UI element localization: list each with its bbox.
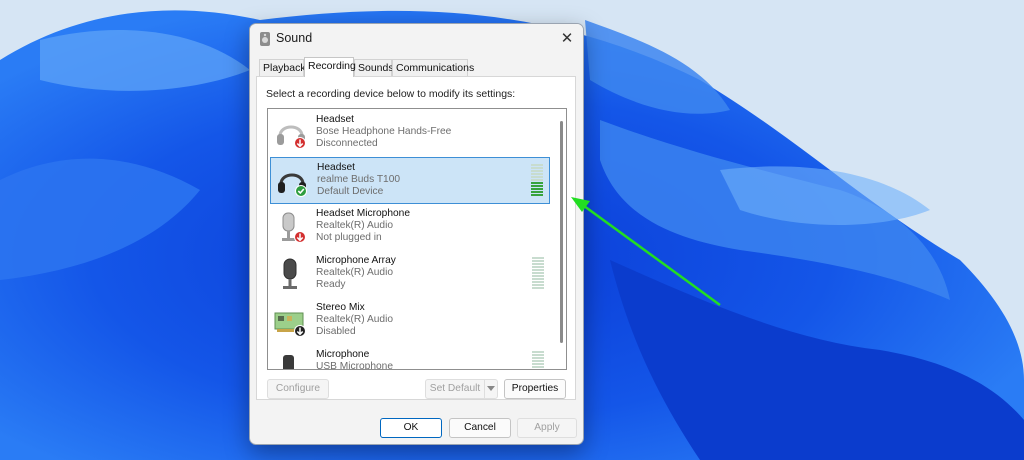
microphone-icon [282, 212, 306, 243]
close-button[interactable]: ✕ [553, 26, 581, 52]
device-item[interactable]: Microphone USB Microphone [270, 345, 550, 370]
meter-segment [531, 164, 543, 166]
meter-segment [532, 363, 544, 365]
device-driver: Bose Headphone Hands-Free [316, 126, 452, 137]
meter-segment [532, 278, 544, 280]
title-bar: Sound ✕ [250, 24, 583, 54]
device-status: Ready [316, 279, 346, 290]
apply-button[interactable]: Apply [517, 418, 577, 438]
level-meter [531, 164, 543, 199]
meter-segment [532, 360, 544, 362]
meter-segment [531, 182, 543, 184]
device-name: Headset Microphone [316, 208, 411, 219]
device-driver: Realtek(R) Audio [316, 220, 394, 231]
meter-segment [532, 275, 544, 277]
headset-icon [278, 173, 307, 197]
meter-segment [532, 257, 544, 259]
meter-segment [531, 188, 543, 190]
meter-segment [532, 287, 544, 289]
device-item-selected[interactable]: Headset realme Buds T100 Default Device [270, 157, 550, 204]
device-item[interactable]: Stereo Mix Realtek(R) Audio Disabled [270, 298, 550, 345]
set-default-button[interactable]: Set Default [425, 379, 484, 399]
device-status: Disabled [316, 326, 356, 337]
level-meter [532, 257, 544, 292]
meter-segment [532, 351, 544, 353]
device-driver: USB Microphone [316, 361, 394, 370]
meter-segment [531, 173, 543, 175]
microphone-icon [283, 258, 297, 289]
meter-segment [532, 354, 544, 356]
device-item[interactable]: Headset Microphone Realtek(R) Audio Not … [270, 204, 550, 251]
headset-icon [277, 125, 306, 149]
meter-segment [532, 366, 544, 368]
meter-segment [532, 369, 544, 370]
meter-segment [531, 179, 543, 181]
configure-button[interactable]: Configure [267, 379, 329, 399]
properties-button[interactable]: Properties [504, 379, 566, 399]
chevron-down-icon [487, 385, 495, 391]
device-name: Headset [317, 162, 355, 173]
meter-segment [532, 284, 544, 286]
microphone-icon [283, 355, 294, 369]
tab-communications[interactable]: Communications [392, 59, 474, 76]
meter-segment [532, 260, 544, 262]
device-driver: Realtek(R) Audio [316, 314, 394, 325]
meter-segment [531, 167, 543, 169]
tab-playback[interactable]: Playback [259, 59, 306, 76]
sound-dialog: Sound ✕ Playback Recording Sounds Commun… [249, 23, 584, 445]
meter-segment [532, 357, 544, 359]
recording-panel: Select a recording device below to modif… [256, 76, 576, 400]
device-driver: realme Buds T100 [317, 174, 401, 185]
level-meter [532, 351, 544, 370]
meter-segment [531, 170, 543, 172]
close-icon: ✕ [560, 30, 574, 47]
device-status: Disconnected [316, 138, 378, 149]
meter-segment [532, 269, 544, 271]
set-default-dropdown[interactable] [484, 379, 498, 399]
meter-segment [532, 266, 544, 268]
speaker-icon [260, 32, 270, 46]
sound-card-icon [274, 312, 306, 337]
meter-segment [532, 263, 544, 265]
device-item[interactable]: Headset Bose Headphone Hands-Free Discon… [270, 110, 550, 157]
meter-segment [531, 194, 543, 196]
meter-segment [531, 191, 543, 193]
device-name: Microphone Array [316, 255, 396, 266]
meter-segment [531, 176, 543, 178]
device-item[interactable]: Microphone Array Realtek(R) Audio Ready [270, 251, 550, 298]
device-name: Microphone [316, 349, 370, 360]
tab-sounds[interactable]: Sounds [354, 59, 394, 76]
device-name: Stereo Mix [316, 302, 365, 313]
meter-segment [532, 281, 544, 283]
cancel-button[interactable]: Cancel [449, 418, 511, 438]
device-status: Default Device [317, 186, 384, 197]
window-title: Sound [276, 31, 313, 45]
tab-recording[interactable]: Recording [304, 57, 356, 77]
meter-segment [532, 272, 544, 274]
device-driver: Realtek(R) Audio [316, 267, 394, 278]
tab-bar: Playback Recording Sounds Communications [256, 57, 576, 77]
instruction-text: Select a recording device below to modif… [266, 88, 516, 100]
annotation-arrow [571, 197, 721, 307]
meter-segment [531, 185, 543, 187]
device-name: Headset [316, 114, 354, 125]
device-status: Not plugged in [316, 232, 382, 243]
ok-button[interactable]: OK [380, 418, 442, 438]
device-list[interactable]: Headset Bose Headphone Hands-Free Discon… [267, 108, 567, 370]
